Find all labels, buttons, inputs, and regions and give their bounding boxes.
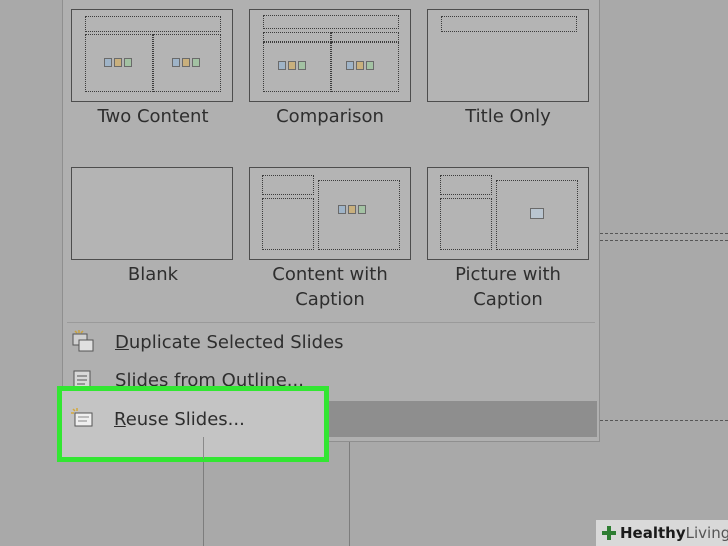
healthy-living-watermark: Healthy Living <box>596 520 728 546</box>
layout-label-two-content: Two Content <box>97 106 209 127</box>
slide-pane-divider <box>203 437 204 459</box>
layout-label-title-only: Title Only <box>465 106 551 127</box>
slide-pane-divider <box>349 440 350 546</box>
layout-label-blank: Blank <box>127 264 179 285</box>
menu-separator <box>67 322 595 323</box>
duplicate-selected-slides-label: Duplicate Selected Slides <box>115 331 344 353</box>
duplicate-slides-icon <box>71 329 97 355</box>
layout-label-content-with-caption: Content with Caption <box>272 264 388 310</box>
content-placeholder-icon <box>172 55 202 71</box>
layout-title-only[interactable] <box>427 9 589 102</box>
content-placeholder-icon <box>104 55 134 71</box>
plus-leaf-logo-icon <box>600 524 618 542</box>
layout-comparison[interactable] <box>249 9 411 102</box>
reuse-slides-item[interactable]: Reuse Slides... <box>62 401 245 437</box>
slide-placeholder-border <box>600 240 728 241</box>
layout-content-with-caption[interactable] <box>249 167 411 260</box>
layout-picture-with-caption[interactable] <box>427 167 589 260</box>
content-placeholder-icon <box>278 58 308 74</box>
layout-label-picture-with-caption: Picture with Caption <box>455 264 561 310</box>
new-slide-dropdown-menu: Two Content Comparison Title Only Blank … <box>62 0 600 442</box>
reuse-slides-label: Reuse Slides... <box>114 408 245 430</box>
content-placeholder-icon <box>346 58 376 74</box>
picture-placeholder-icon <box>530 208 544 219</box>
slide-placeholder-border <box>600 420 728 421</box>
layout-two-content[interactable] <box>71 9 233 102</box>
content-placeholder-icon <box>338 202 368 218</box>
reuse-slides-icon <box>70 406 96 432</box>
layout-label-comparison: Comparison <box>276 106 384 127</box>
watermark-thin-text: Living <box>685 524 728 542</box>
layout-blank[interactable] <box>71 167 233 260</box>
watermark-bold-text: Healthy <box>620 524 686 542</box>
duplicate-selected-slides-item[interactable]: Duplicate Selected Slides <box>63 324 344 360</box>
slide-placeholder-border <box>600 233 728 234</box>
